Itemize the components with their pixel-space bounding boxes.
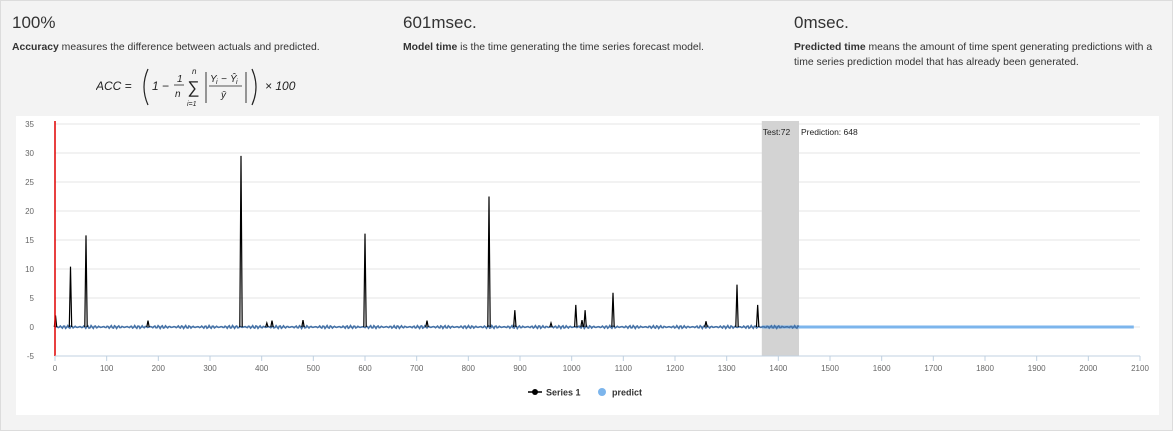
test-band <box>761 121 799 356</box>
svg-text:n: n <box>175 89 181 100</box>
predicted-time-description: Predicted time means the amount of time … <box>794 40 1164 70</box>
forecast-chart: Test:72 Prediction: 648 35 30 25 20 15 10 5 0 -5 0… <box>16 116 1159 415</box>
x-tick-label: 1900 <box>1028 364 1046 373</box>
x-tick-label: 100 <box>100 364 114 373</box>
y-tick-label: -5 <box>27 352 35 361</box>
svg-text:i: i <box>216 79 218 86</box>
y-tick-label: 15 <box>25 236 34 245</box>
x-tick-label: 500 <box>307 364 321 373</box>
y-tick-label: 5 <box>30 294 35 303</box>
x-tick-label: 300 <box>203 364 217 373</box>
summary-panel: 100% Accuracy measures the difference be… <box>0 0 1173 431</box>
x-tick-label: 1800 <box>976 364 994 373</box>
formula-rhs: × 100 <box>265 79 296 93</box>
legend-series-1-label: Series 1 <box>546 388 581 398</box>
svg-text:−: − <box>221 74 227 85</box>
series-1-spike <box>755 304 760 328</box>
x-tick-label: 1700 <box>924 364 942 373</box>
series-1-spike <box>513 310 517 328</box>
model-time-description: Model time is the time generating the ti… <box>403 40 773 55</box>
x-tick-label: 1300 <box>718 364 736 373</box>
model-time-metric: 601msec. Model time is the time generati… <box>403 13 773 55</box>
model-time-text: is the time generating the time series f… <box>457 42 704 53</box>
series-1-spike <box>574 304 578 328</box>
x-tick-label: 1000 <box>563 364 581 373</box>
x-tick-label: 900 <box>513 364 527 373</box>
accuracy-term: Accuracy <box>12 42 59 53</box>
svg-text:∑: ∑ <box>187 78 199 97</box>
series-1-spike <box>146 320 150 328</box>
accuracy-description: Accuracy measures the difference between… <box>12 40 382 55</box>
svg-text:1 −: 1 − <box>152 79 169 93</box>
formula-lhs: ACC = <box>96 79 132 93</box>
legend-series-1-marker <box>532 389 538 395</box>
series-1-spike <box>583 310 587 328</box>
x-tick-label: 200 <box>152 364 166 373</box>
legend-predict-label: predict <box>612 388 642 398</box>
series-1-spike <box>363 233 367 328</box>
predicted-time-term: Predicted time <box>794 42 866 53</box>
series-1-spike <box>84 235 88 328</box>
series-1-spike <box>425 320 429 328</box>
x-tick-label: 1600 <box>873 364 891 373</box>
y-tick-label: 30 <box>25 149 34 158</box>
y-tick-label: 10 <box>25 265 34 274</box>
x-tick-label: 400 <box>255 364 269 373</box>
forecast-chart-svg: Test:72 Prediction: 648 35 30 25 20 15 10 5 0 -5 0… <box>25 120 1149 398</box>
x-tick-label: 800 <box>462 364 476 373</box>
series-1-spike <box>487 196 491 328</box>
predicted-time-metric: 0msec. Predicted time means the amount o… <box>794 13 1164 70</box>
x-tick-label: 0 <box>53 364 58 373</box>
x-tick-label: 700 <box>410 364 424 373</box>
series-1-spike <box>735 284 739 328</box>
accuracy-formula: ACC = 1 − 1 n ∑ n i=1 Y i − Ŷ i ȳ × 100 <box>95 65 336 112</box>
y-tick-label: 25 <box>25 178 34 187</box>
model-time-term: Model time <box>403 42 458 53</box>
accuracy-text: measures the difference between actuals … <box>58 42 320 53</box>
x-tick-label: 2100 <box>1131 364 1149 373</box>
x-tick-label: 1400 <box>769 364 787 373</box>
predicted-time-value: 0msec. <box>794 13 849 32</box>
series-1-spike <box>704 321 708 328</box>
prediction-label: Prediction: 648 <box>801 127 858 137</box>
x-tick-label: 1500 <box>821 364 839 373</box>
series-1-baseline <box>54 324 800 330</box>
accuracy-value: 100% <box>12 13 56 32</box>
x-tick-label: 1200 <box>666 364 684 373</box>
y-tick-label: 20 <box>25 207 34 216</box>
y-tick-label: 35 <box>25 120 34 129</box>
x-tick-label: 600 <box>358 364 372 373</box>
x-tick-label: 1100 <box>615 364 633 373</box>
accuracy-formula-graphic: ACC = 1 − 1 n ∑ n i=1 Y i − Ŷ i ȳ × 100 <box>95 67 296 108</box>
legend-predict-marker <box>598 388 606 396</box>
svg-text:i: i <box>236 79 238 86</box>
model-time-value: 601msec. <box>403 13 477 32</box>
svg-text:1: 1 <box>177 74 183 85</box>
x-tick-label: 2000 <box>1079 364 1097 373</box>
test-band-label: Test:72 <box>763 127 791 137</box>
svg-text:ȳ: ȳ <box>220 90 227 101</box>
svg-text:n: n <box>192 67 197 76</box>
y-tick-label: 0 <box>30 323 35 332</box>
svg-text:i=1: i=1 <box>187 101 197 108</box>
accuracy-metric: 100% Accuracy measures the difference be… <box>12 13 382 55</box>
series-1-spike <box>68 266 73 328</box>
